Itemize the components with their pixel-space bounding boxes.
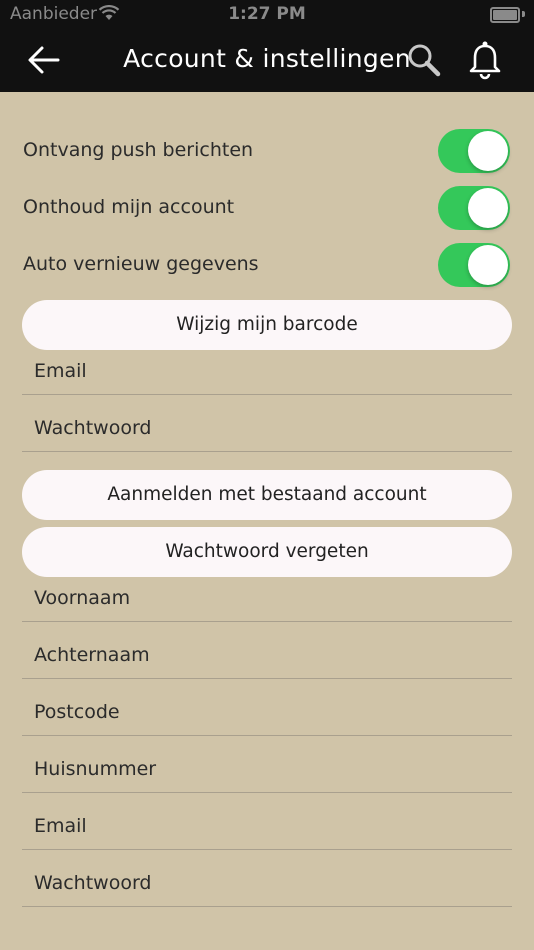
push-notifications-toggle[interactable] [438, 129, 510, 173]
house-number-field[interactable]: Huisnummer [22, 752, 512, 793]
register-password-placeholder: Wachtwoord [34, 872, 152, 894]
change-barcode-button[interactable]: Wijzig mijn barcode [22, 300, 512, 350]
login-email-placeholder: Email [34, 360, 87, 382]
first-name-field[interactable]: Voornaam [22, 581, 512, 622]
push-notifications-label: Ontvang push berichten [23, 139, 254, 161]
register-email-field[interactable]: Email [22, 809, 512, 850]
register-email-placeholder: Email [34, 815, 87, 837]
battery-icon [490, 7, 520, 23]
auto-refresh-toggle[interactable] [438, 243, 510, 287]
battery-tip [522, 11, 525, 17]
auto-refresh-row: Auto vernieuw gegevens [22, 242, 512, 288]
house-number-placeholder: Huisnummer [34, 758, 157, 780]
first-name-placeholder: Voornaam [34, 587, 131, 609]
postcode-placeholder: Postcode [34, 701, 120, 723]
page-title: Account & instellingen [123, 44, 411, 73]
remember-account-toggle[interactable] [438, 186, 510, 230]
status-time: 1:27 PM [228, 4, 306, 24]
remember-account-label: Onthoud mijn account [23, 196, 235, 218]
bell-icon[interactable] [466, 40, 504, 80]
login-password-placeholder: Wachtwoord [34, 417, 152, 439]
last-name-field[interactable]: Achternaam [22, 638, 512, 679]
navigation-bar: Account & instellingen [0, 30, 534, 92]
register-password-field[interactable]: Wachtwoord [22, 866, 512, 907]
search-icon[interactable] [406, 42, 442, 78]
forgot-password-button[interactable]: Wachtwoord vergeten [22, 527, 512, 577]
login-email-field[interactable]: Email [22, 354, 512, 395]
auto-refresh-label: Auto vernieuw gegevens [23, 253, 259, 275]
push-notifications-row: Ontvang push berichten [22, 128, 512, 174]
login-existing-account-button[interactable]: Aanmelden met bestaand account [22, 470, 512, 520]
postcode-field[interactable]: Postcode [22, 695, 512, 736]
toggle-knob [468, 131, 508, 171]
toggle-knob [468, 188, 508, 228]
toggle-knob [468, 245, 508, 285]
login-password-field[interactable]: Wachtwoord [22, 411, 512, 452]
remember-account-row: Onthoud mijn account [22, 185, 512, 231]
settings-content: Ontvang push berichten Onthoud mijn acco… [0, 92, 534, 950]
status-bar: Aanbieder 1:27 PM [0, 0, 534, 30]
last-name-placeholder: Achternaam [34, 644, 150, 666]
